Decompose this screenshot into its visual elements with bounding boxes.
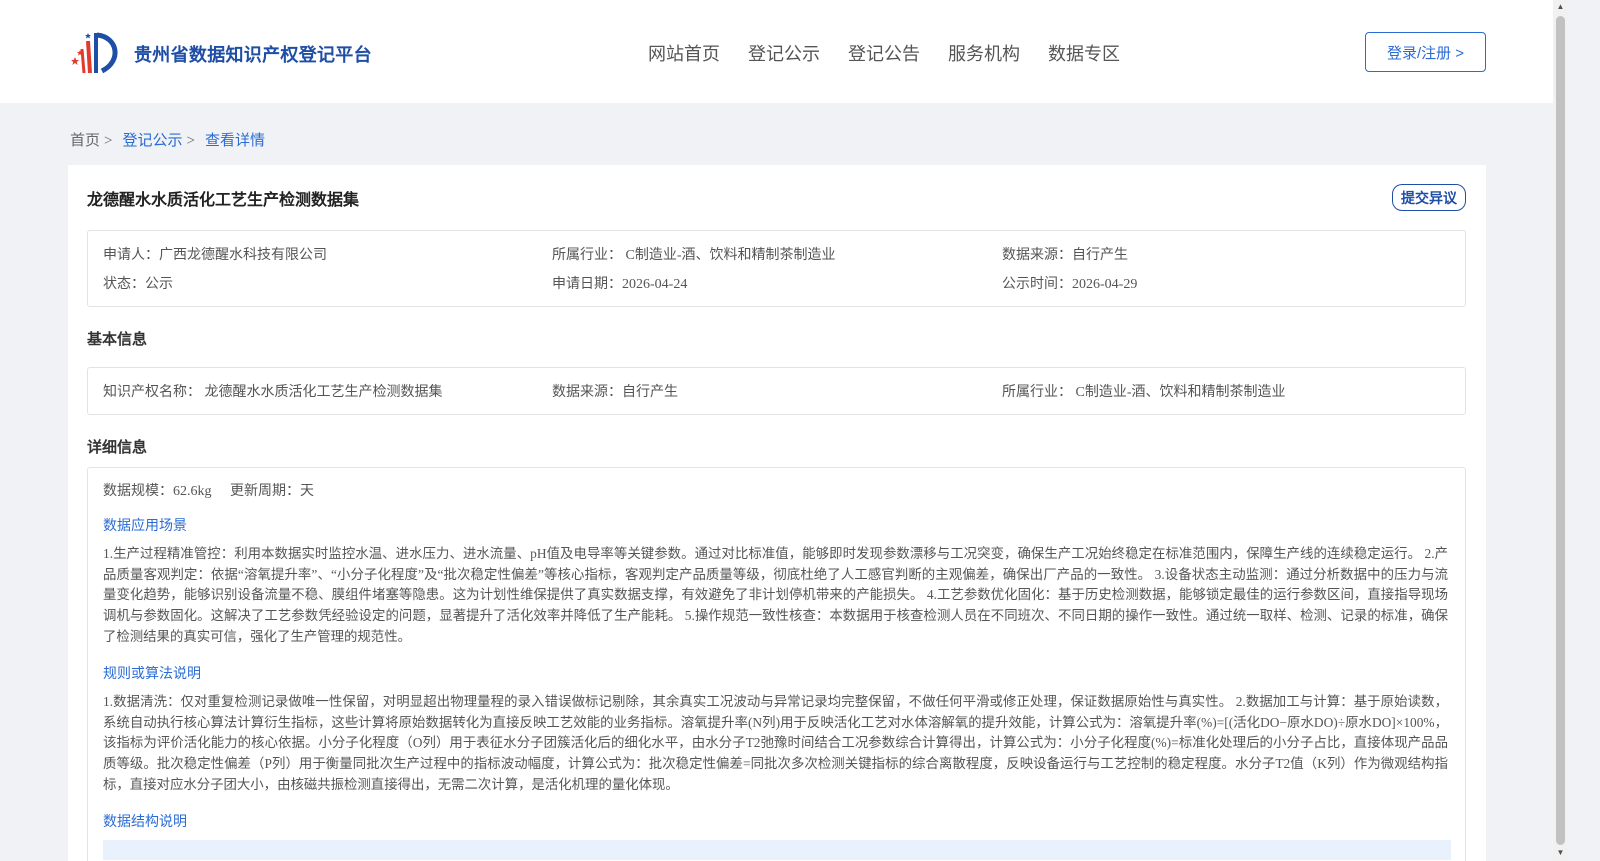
status-field: 状态：公示 — [103, 277, 173, 292]
site-logo[interactable]: 贵州省数据知识产权登记平台 — [70, 27, 372, 77]
breadcrumb-home[interactable]: 首页 > — [70, 129, 112, 150]
algorithm-heading: 规则或算法说明 — [103, 667, 201, 682]
nav-registration-publicity[interactable]: 登记公示 — [748, 40, 820, 66]
detail-info-box: 数据规模：62.6kg 更新周期：天 数据应用场景 1.生产过程精准管控：利用本… — [87, 467, 1466, 861]
nav-data-zone[interactable]: 数据专区 — [1048, 40, 1120, 66]
industry-field: 所属行业： C制造业-酒、饮料和精制茶制造业 — [552, 248, 836, 263]
applicant-field: 申请人：广西龙德醒水科技有限公司 — [103, 248, 327, 263]
basic-info-heading: 基本信息 — [87, 331, 148, 348]
breadcrumb: 首页 > 登记公示 > 查看详情 — [70, 129, 275, 150]
application-scenario-heading: 数据应用场景 — [103, 519, 187, 534]
nav-home[interactable]: 网站首页 — [648, 40, 720, 66]
submit-objection-button[interactable]: 提交异议 — [1392, 184, 1466, 211]
site-title: 贵州省数据知识产权登记平台 — [134, 45, 372, 65]
application-scenario-text: 1.生产过程精准管控：利用本数据实时监控水温、进水压力、进水流量、pH值及电导率… — [103, 546, 1448, 644]
update-cycle-field: 更新周期：天 — [230, 484, 314, 499]
nav-registration-announcement[interactable]: 登记公告 — [848, 40, 920, 66]
nav-service-agencies[interactable]: 服务机构 — [948, 40, 1020, 66]
data-structure-heading: 数据结构说明 — [103, 815, 187, 830]
dataset-title: 龙德醒水水质活化工艺生产检测数据集 — [87, 192, 360, 209]
scrollbar-thumb[interactable] — [1556, 16, 1565, 845]
scroll-down-arrow-icon[interactable]: ▼ — [1556, 848, 1565, 858]
top-header: 贵州省数据知识产权登记平台 网站首页 登记公示 登记公告 服务机构 数据专区 登… — [0, 0, 1553, 103]
apply-date-field: 申请日期：2026-04-24 — [552, 277, 688, 292]
detail-info-heading: 详细信息 — [87, 439, 148, 456]
detail-card: 龙德醒水水质活化工艺生产检测数据集 提交异议 申请人：广西龙德醒水科技有限公司 … — [68, 165, 1486, 861]
scroll-up-arrow-icon[interactable]: ▲ — [1556, 2, 1565, 12]
main-nav: 网站首页 登记公示 登记公告 服务机构 数据专区 — [648, 40, 1148, 66]
breadcrumb-current: 查看详情 — [204, 133, 265, 149]
data-structure-table-header — [103, 840, 1451, 860]
basic-source-field: 数据来源：自行产生 — [552, 385, 678, 400]
basic-industry-field: 所属行业： C制造业-酒、饮料和精制茶制造业 — [1002, 385, 1286, 400]
data-scale-field: 数据规模：62.6kg — [103, 484, 212, 499]
page-scrollbar[interactable]: ▲ ▼ — [1553, 0, 1568, 861]
summary-box: 申请人：广西龙德醒水科技有限公司 所属行业： C制造业-酒、饮料和精制茶制造业 … — [87, 230, 1466, 307]
ip-name-field: 知识产权名称： 龙德醒水水质活化工艺生产检测数据集 — [103, 385, 443, 400]
login-register-button[interactable]: 登录/注册 > — [1365, 32, 1486, 72]
data-source-field: 数据来源：自行产生 — [1002, 248, 1128, 263]
logo-emblem-icon — [71, 32, 118, 74]
basic-info-box: 知识产权名称： 龙德醒水水质活化工艺生产检测数据集 数据来源：自行产生 所属行业… — [87, 367, 1466, 415]
breadcrumb-publicity[interactable]: 登记公示 > — [122, 129, 194, 150]
algorithm-text: 1.数据清洗：仅对重复检测记录做唯一性保留，对明显超出物理量程的录入错误做标记剔… — [103, 694, 1448, 792]
publish-date-field: 公示时间：2026-04-29 — [1002, 277, 1138, 292]
